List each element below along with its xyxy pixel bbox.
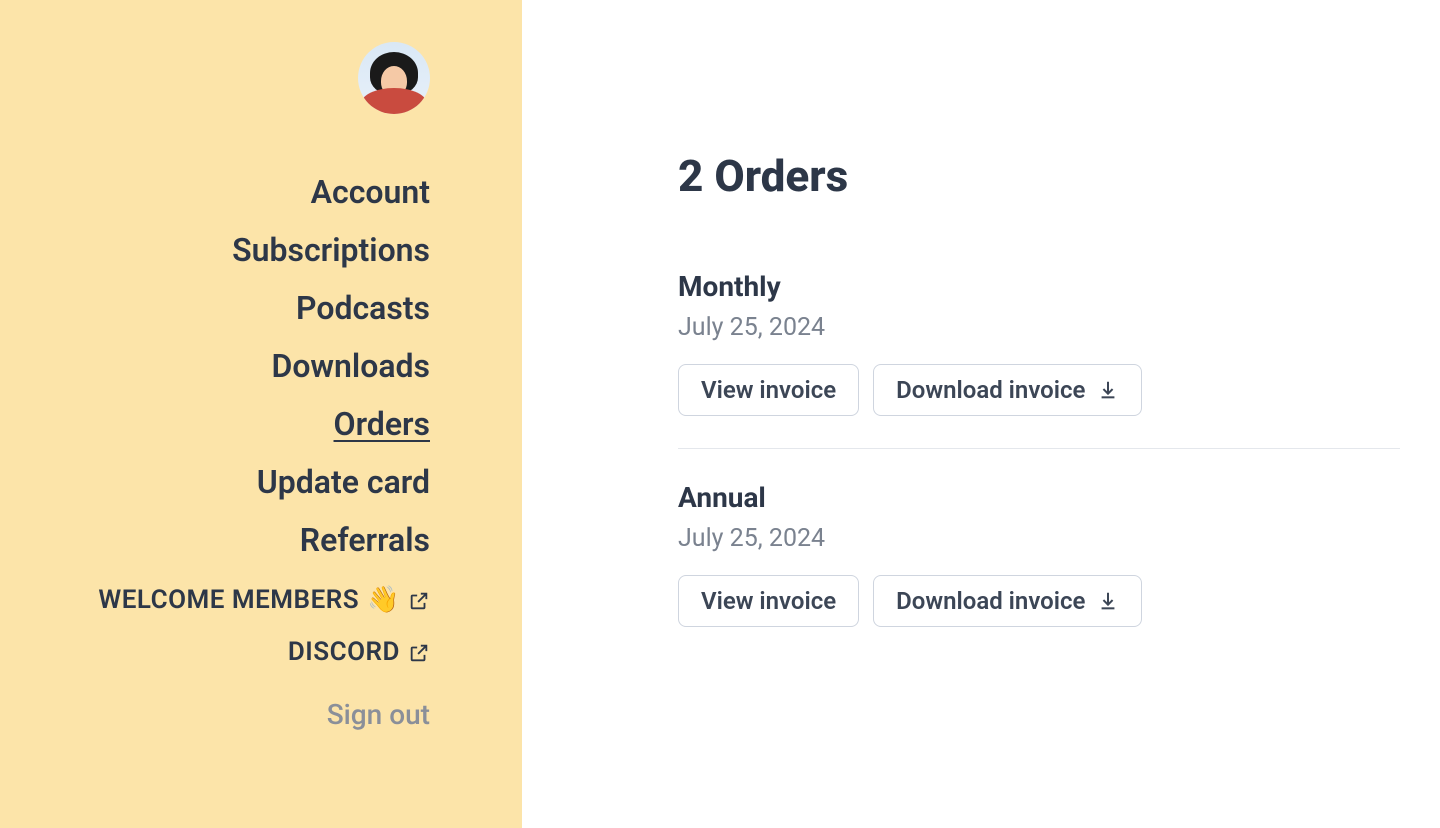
avatar[interactable] xyxy=(358,42,430,114)
sidebar-item-subscriptions[interactable]: Subscriptions xyxy=(232,230,430,270)
sidebar-item-label: WELCOME MEMBERS xyxy=(98,584,359,618)
sidebar-item-downloads[interactable]: Downloads xyxy=(271,346,430,386)
button-label: Download invoice xyxy=(896,587,1085,615)
page-title: 2 Orders xyxy=(678,150,1400,202)
sidebar-item-podcasts[interactable]: Podcasts xyxy=(296,288,430,328)
view-invoice-button[interactable]: View invoice xyxy=(678,364,859,416)
order-name: Annual xyxy=(678,481,1400,514)
sidebar-item-discord[interactable]: DISCORD xyxy=(288,636,430,670)
external-link-icon xyxy=(408,642,430,664)
order-date: July 25, 2024 xyxy=(678,313,1400,342)
sidebar-nav: Account Subscriptions Podcasts Downloads… xyxy=(98,172,430,731)
download-invoice-button[interactable]: Download invoice xyxy=(873,364,1142,416)
sidebar-item-referrals[interactable]: Referrals xyxy=(300,520,430,560)
order-item: Monthly July 25, 2024 View invoice Downl… xyxy=(678,270,1400,448)
button-label: View invoice xyxy=(701,376,836,404)
sidebar-item-orders[interactable]: Orders xyxy=(334,404,430,444)
main-content: 2 Orders Monthly July 25, 2024 View invo… xyxy=(522,0,1440,828)
download-icon xyxy=(1097,379,1119,401)
sidebar-item-welcome-members[interactable]: WELCOME MEMBERS 👋 xyxy=(98,584,430,618)
wave-icon: 👋 xyxy=(367,584,400,618)
sidebar: Account Subscriptions Podcasts Downloads… xyxy=(0,0,522,828)
order-name: Monthly xyxy=(678,270,1400,303)
order-actions: View invoice Download invoice xyxy=(678,575,1400,627)
sign-out-link[interactable]: Sign out xyxy=(327,698,430,731)
sidebar-item-label: DISCORD xyxy=(288,636,400,670)
sidebar-item-account[interactable]: Account xyxy=(311,172,430,212)
sidebar-item-update-card[interactable]: Update card xyxy=(257,462,430,502)
view-invoice-button[interactable]: View invoice xyxy=(678,575,859,627)
button-label: View invoice xyxy=(701,587,836,615)
external-link-icon xyxy=(408,590,430,612)
order-date: July 25, 2024 xyxy=(678,524,1400,553)
button-label: Download invoice xyxy=(896,376,1085,404)
download-icon xyxy=(1097,590,1119,612)
download-invoice-button[interactable]: Download invoice xyxy=(873,575,1142,627)
order-item: Annual July 25, 2024 View invoice Downlo… xyxy=(678,448,1400,659)
order-actions: View invoice Download invoice xyxy=(678,364,1400,416)
